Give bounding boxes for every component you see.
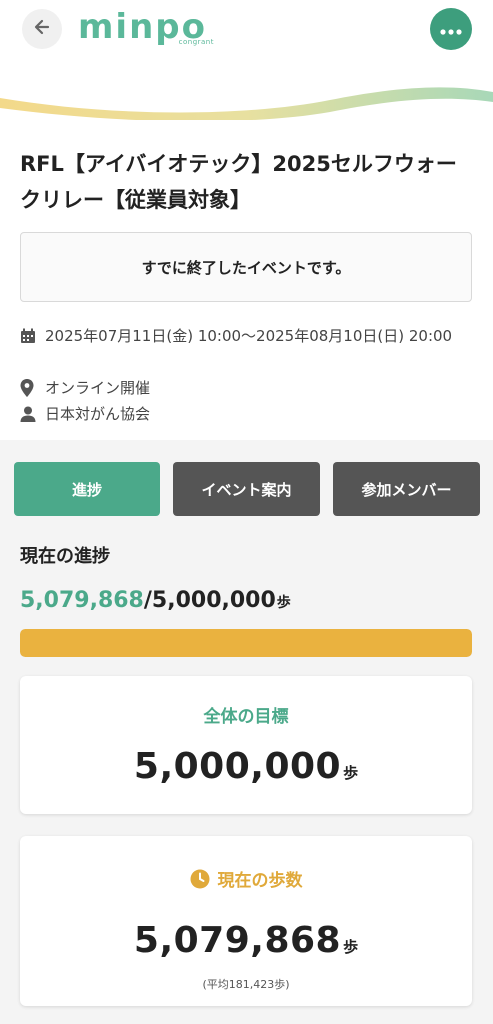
progress-heading: 現在の進捗 — [20, 546, 110, 567]
current-steps-value-row: 5,079,868 歩 — [20, 920, 472, 961]
event-place: オンライン開催 — [45, 379, 151, 397]
more-dots-icon — [440, 20, 462, 39]
calendar-icon — [20, 324, 40, 348]
goal-value: 5,000,000 — [133, 746, 342, 787]
event-place-row: オンライン開催 — [20, 376, 150, 400]
current-steps-title-row: 現在の歩数 — [20, 866, 472, 891]
event-ended-notice: すでに終了したイベントです。 — [20, 232, 472, 302]
goal-card: 全体の目標 5,000,000 歩 — [20, 676, 472, 814]
page: minpo congrant RFL【アイバイオテック】2025セルフウォークリ… — [0, 0, 493, 1024]
event-date-row: 2025年07月11日(金) 10:00〜2025年08月10日(日) 20:0… — [20, 324, 460, 348]
progress-unit: 歩 — [276, 595, 291, 611]
current-steps-value: 5,079,868 — [133, 920, 342, 961]
event-organizer-row: 日本対がん協会 — [20, 402, 150, 426]
progress-bar — [20, 629, 472, 657]
arrow-left-icon — [32, 17, 52, 41]
event-organizer: 日本対がん協会 — [45, 405, 151, 423]
event-info: RFL【アイバイオテック】2025セルフウォークリレー【従業員対象】 すでに終了… — [0, 120, 493, 440]
goal-unit: 歩 — [343, 764, 359, 782]
location-pin-icon — [20, 376, 40, 400]
header: minpo congrant — [0, 0, 493, 122]
progress-count: 5,079,868 /5,000,000 歩 — [20, 588, 291, 613]
goal-card-title: 全体の目標 — [203, 707, 289, 727]
average-steps: (平均181,423歩) — [202, 978, 290, 991]
current-steps-unit: 歩 — [343, 938, 359, 956]
clock-icon — [190, 869, 210, 889]
more-button[interactable] — [430, 8, 472, 50]
progress-total: /5,000,000 — [143, 588, 276, 613]
tab-progress[interactable]: 進捗 — [14, 462, 160, 516]
tab-bar: 進捗 イベント案内 参加メンバー — [0, 440, 493, 530]
app-logo[interactable]: minpo congrant — [78, 8, 218, 48]
current-steps-card: 現在の歩数 5,079,868 歩 (平均181,423歩) — [20, 836, 472, 1006]
event-date: 2025年07月11日(金) 10:00〜2025年08月10日(日) 20:0… — [45, 327, 453, 345]
tab-event-guide[interactable]: イベント案内 — [173, 462, 320, 516]
back-button[interactable] — [22, 9, 62, 49]
progress-current: 5,079,868 — [20, 588, 144, 613]
goal-card-value-row: 5,000,000 歩 — [20, 746, 472, 787]
logo-subtext: congrant — [178, 38, 214, 46]
tab-members[interactable]: 参加メンバー — [333, 462, 480, 516]
progress-bar-fill — [20, 629, 472, 657]
current-steps-title: 現在の歩数 — [217, 871, 303, 891]
person-icon — [20, 402, 40, 426]
event-title: RFL【アイバイオテック】2025セルフウォークリレー【従業員対象】 — [20, 152, 457, 212]
header-wave-decoration — [0, 87, 493, 122]
